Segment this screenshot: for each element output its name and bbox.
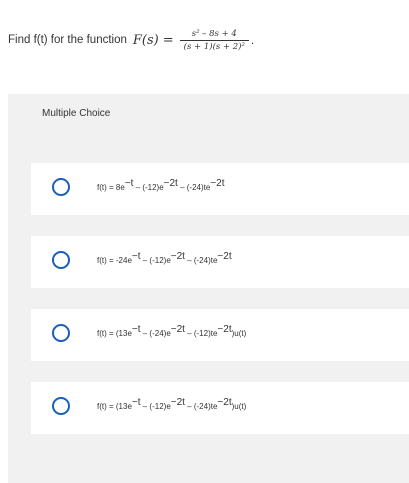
option-text: f(t) = (13e−t – (-24)e−2t – (-12)te−2t)u… bbox=[97, 324, 247, 339]
question-text: Find f(t) for the function bbox=[8, 34, 127, 46]
function-name: F(s) bbox=[132, 32, 159, 48]
answer-option-3[interactable]: f(t) = (13e−t – (-24)e−2t – (-12)te−2t)u… bbox=[31, 309, 409, 361]
panel-header: Multiple Choice bbox=[42, 108, 111, 119]
question-prompt: Find f(t) for the function F(s) = s² – 8… bbox=[8, 22, 254, 58]
answer-option-4[interactable]: f(t) = (13e−t – (-12)e−2t – (-24)te−2t)u… bbox=[31, 382, 409, 434]
function-fraction: s² – 8s + 4 (s + 1)(s + 2)² bbox=[179, 28, 249, 52]
question-period: . bbox=[250, 33, 255, 47]
radio-button[interactable] bbox=[52, 397, 70, 415]
answer-option-2[interactable]: f(t) = -24e−t – (-12)e−2t – (-24)te−2t bbox=[31, 236, 409, 288]
fraction-numerator: s² – 8s + 4 bbox=[191, 28, 237, 39]
option-text: f(t) = -24e−t – (-12)e−2t – (-24)te−2t bbox=[97, 251, 232, 266]
radio-button[interactable] bbox=[52, 178, 70, 196]
radio-button[interactable] bbox=[52, 251, 70, 269]
radio-button[interactable] bbox=[52, 324, 70, 342]
answer-panel: Multiple Choice f(t) = 8e−t – (-12)e−2t … bbox=[8, 94, 409, 483]
equals-sign: = bbox=[162, 32, 174, 48]
fraction-denominator: (s + 1)(s + 2)² bbox=[183, 41, 245, 52]
option-text: f(t) = 8e−t – (-12)e−2t – (-24)te−2t bbox=[97, 178, 225, 193]
answer-option-1[interactable]: f(t) = 8e−t – (-12)e−2t – (-24)te−2t bbox=[31, 163, 409, 215]
option-text: f(t) = (13e−t – (-12)e−2t – (-24)te−2t)u… bbox=[97, 397, 247, 412]
